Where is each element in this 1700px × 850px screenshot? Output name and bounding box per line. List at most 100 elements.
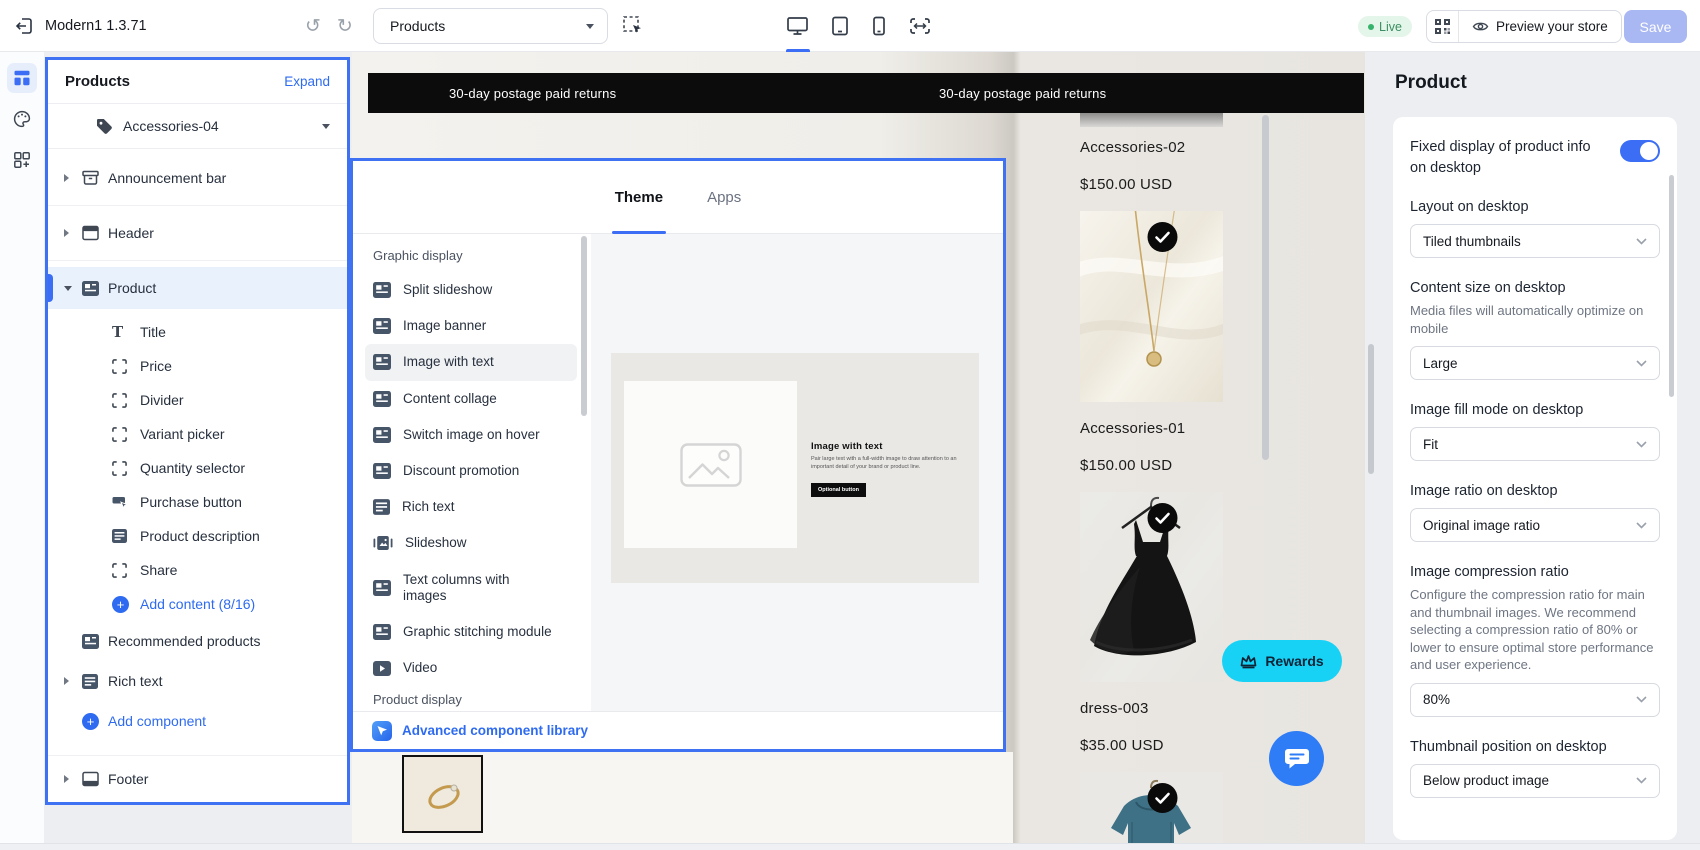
- add-component-link[interactable]: + Add component: [48, 701, 347, 741]
- tree-item-label: Announcement bar: [108, 170, 227, 186]
- tree-item-divider[interactable]: Divider: [48, 383, 347, 417]
- block-icon: [373, 318, 391, 335]
- product-image-teal-dress[interactable]: [1080, 772, 1223, 850]
- chat-bubble-icon: [1284, 748, 1309, 768]
- component-item-slideshow[interactable]: Slideshow: [365, 525, 577, 561]
- add-block-rail-icon[interactable]: [7, 145, 37, 175]
- tree-item-quantity-selector[interactable]: Quantity selector: [48, 451, 347, 485]
- mobile-view-icon[interactable]: [871, 0, 887, 52]
- component-item-rich-text[interactable]: Rich text: [365, 489, 577, 525]
- select-value: Original image ratio: [1423, 517, 1541, 533]
- component-item-video[interactable]: Video: [365, 650, 577, 686]
- caret-right-icon[interactable]: [64, 775, 82, 783]
- tree-item-label: Product description: [140, 528, 260, 544]
- rewards-button[interactable]: Rewards: [1222, 640, 1342, 682]
- tree-item-footer[interactable]: Footer: [48, 756, 347, 802]
- thumbnail-position-select[interactable]: Below product image: [1410, 763, 1660, 798]
- product-name: dress-003: [1080, 700, 1149, 717]
- sections-rail-icon[interactable]: [7, 63, 37, 93]
- redo-icon[interactable]: ↻: [337, 17, 353, 36]
- chat-widget-button[interactable]: [1269, 731, 1324, 786]
- expand-link[interactable]: Expand: [284, 74, 330, 89]
- theme-palette-icon[interactable]: [7, 104, 37, 134]
- product-image-necklace[interactable]: [1080, 211, 1223, 402]
- content-size-select[interactable]: Large: [1410, 346, 1660, 381]
- image-compression-select[interactable]: 80%: [1410, 682, 1660, 717]
- tree-item-title[interactable]: T Title: [48, 315, 347, 349]
- add-content-link[interactable]: + Add content (8/16): [48, 587, 347, 621]
- caret-right-icon[interactable]: [64, 229, 82, 237]
- history-controls: ↺ ↻: [305, 0, 353, 52]
- product-image-partial[interactable]: [1080, 113, 1223, 127]
- caret-right-icon[interactable]: [64, 677, 82, 685]
- caret-down-icon[interactable]: [64, 285, 82, 291]
- preview-store-button[interactable]: Preview your store: [1459, 11, 1621, 42]
- block-brackets-icon: [112, 392, 140, 408]
- footer-section-icon: [82, 771, 108, 787]
- block-brackets-icon: [112, 358, 140, 374]
- component-item-content-collage[interactable]: Content collage: [365, 381, 577, 417]
- sections-sidebar: Products Expand Accessories-04 Announcem…: [45, 57, 350, 805]
- store-scrollbar[interactable]: [1262, 115, 1269, 460]
- tree-item-announcement-bar[interactable]: Announcement bar: [48, 157, 347, 199]
- live-status-badge: Live: [1358, 16, 1412, 37]
- tab-theme[interactable]: Theme: [615, 161, 663, 234]
- component-item-switch-image-on-hover[interactable]: Switch image on hover: [365, 417, 577, 453]
- rewards-label: Rewards: [1265, 653, 1324, 669]
- tree-item-header[interactable]: Header: [48, 212, 347, 254]
- tablet-view-icon[interactable]: [830, 0, 850, 52]
- section-tree: Announcement bar Header Product T Title: [48, 149, 347, 802]
- image-ratio-select[interactable]: Original image ratio: [1410, 508, 1660, 543]
- component-item-graphic-stitching-module[interactable]: Graphic stitching module: [365, 614, 577, 650]
- save-button[interactable]: Save: [1624, 10, 1687, 43]
- component-item-discount-promotion[interactable]: Discount promotion: [365, 453, 577, 489]
- desktop-view-icon[interactable]: [786, 0, 809, 52]
- marquee-select-icon[interactable]: [621, 14, 645, 38]
- fullwidth-view-icon[interactable]: [908, 0, 932, 52]
- announcement-bar-icon: [82, 170, 108, 186]
- component-item-image-banner[interactable]: Image banner: [365, 308, 577, 344]
- advanced-component-library-link[interactable]: Advanced component library: [402, 723, 588, 738]
- page-selector[interactable]: Products: [373, 8, 608, 44]
- tab-apps[interactable]: Apps: [707, 161, 741, 234]
- selected-check-badge[interactable]: [1091, 222, 1234, 252]
- tree-item-share[interactable]: Share: [48, 553, 347, 587]
- fixed-display-toggle[interactable]: [1620, 140, 1660, 162]
- tree-item-variant-picker[interactable]: Variant picker: [48, 417, 347, 451]
- live-label: Live: [1379, 19, 1402, 34]
- qr-code-button[interactable]: [1427, 11, 1459, 42]
- field-label: Image ratio on desktop: [1410, 483, 1558, 500]
- tree-item-rich-text[interactable]: Rich text: [48, 661, 347, 701]
- select-value: Tiled thumbnails: [1423, 233, 1521, 249]
- tree-item-price[interactable]: Price: [48, 349, 347, 383]
- crown-icon: [1240, 654, 1257, 668]
- product-image-black-dress[interactable]: [1080, 492, 1223, 682]
- announcement-banner[interactable]: 30-day postage paid returns 30-day posta…: [368, 73, 1364, 113]
- tree-item-product-description[interactable]: Product description: [48, 519, 347, 553]
- settings-panel: Product Fixed display of product info on…: [1368, 52, 1700, 850]
- exit-editor-icon[interactable]: [14, 16, 34, 36]
- settings-scrollbar[interactable]: [1669, 175, 1674, 397]
- selected-check-badge[interactable]: [1091, 503, 1234, 533]
- left-rail: [0, 52, 44, 850]
- component-item-split-slideshow[interactable]: Split slideshow: [365, 272, 577, 308]
- tree-item-recommended-products[interactable]: Recommended products: [48, 621, 347, 661]
- component-item-image-with-text[interactable]: Image with text: [365, 344, 577, 381]
- layout-on-desktop-select[interactable]: Tiled thumbnails: [1410, 224, 1660, 259]
- product-thumbnail-ring[interactable]: [402, 755, 483, 833]
- tree-item-purchase-button[interactable]: Purchase button: [48, 485, 347, 519]
- selected-check-badge[interactable]: [1091, 783, 1234, 813]
- product-name: Accessories-02: [1080, 139, 1186, 156]
- template-selector[interactable]: Accessories-04: [48, 104, 347, 149]
- component-item-label: Switch image on hover: [403, 426, 540, 442]
- undo-icon[interactable]: ↺: [305, 17, 321, 36]
- caret-right-icon[interactable]: [64, 174, 82, 182]
- component-list-scrollbar[interactable]: [581, 236, 587, 416]
- tree-item-product[interactable]: Product: [48, 267, 347, 309]
- component-item-text-columns-with-images[interactable]: Text columns with images: [365, 562, 577, 614]
- image-fill-mode-select[interactable]: Fit: [1410, 427, 1660, 462]
- chevron-down-icon: [1636, 237, 1647, 245]
- preview-optional-button: Optional button: [811, 483, 866, 498]
- text-lines-icon: [82, 673, 108, 689]
- panel-divider-scrollbar[interactable]: [1368, 344, 1374, 474]
